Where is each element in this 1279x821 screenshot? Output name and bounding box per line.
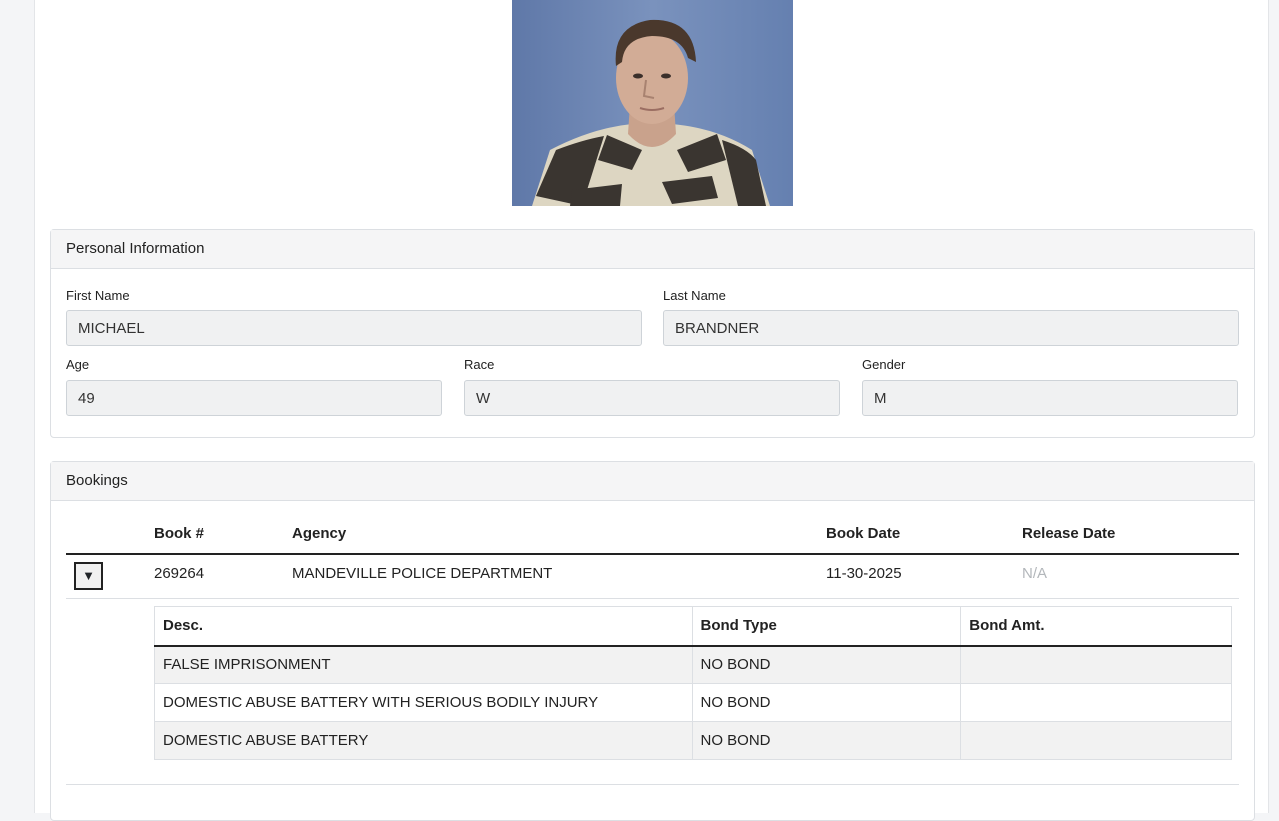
release-date: N/A	[1022, 565, 1048, 582]
charge-desc: DOMESTIC ABUSE BATTERY WITH SERIOUS BODI…	[154, 683, 693, 722]
table-row: DOMESTIC ABUSE BATTERY NO BOND	[154, 721, 1232, 760]
bookings-bottom-divider	[66, 784, 1239, 785]
gender-field[interactable]: M	[862, 380, 1238, 416]
race-label: Race	[464, 357, 495, 372]
booking-date: 11-30-2025	[826, 565, 902, 582]
bookings-panel: Bookings Book # Agency Book Date Release…	[50, 461, 1255, 821]
table-row: DOMESTIC ABUSE BATTERY WITH SERIOUS BODI…	[154, 683, 1232, 722]
personal-information-panel: Personal Information First Name MICHAEL …	[50, 229, 1255, 438]
age-label: Age	[66, 357, 90, 372]
bookings-header: Bookings	[51, 462, 1254, 501]
charge-bond-type: NO BOND	[691, 645, 962, 684]
inmate-photo	[512, 0, 793, 206]
first-name-label: First Name	[66, 288, 130, 303]
last-name-label: Last Name	[663, 288, 726, 303]
charge-bond-type: NO BOND	[691, 721, 962, 760]
charge-desc: FALSE IMPRISONMENT	[154, 645, 693, 684]
col-desc: Desc.	[154, 606, 693, 647]
last-name-field[interactable]: BRANDNER	[663, 310, 1239, 346]
col-bond-amt: Bond Amt.	[960, 606, 1232, 647]
charges-table: Desc. Bond Type Bond Amt. FALSE IMPRISON…	[154, 606, 1232, 760]
age-field[interactable]: 49	[66, 380, 442, 416]
booking-agency: MANDEVILLE POLICE DEPARTMENT	[292, 565, 553, 582]
charge-desc: DOMESTIC ABUSE BATTERY	[154, 721, 693, 760]
table-row: FALSE IMPRISONMENT NO BOND	[154, 645, 1232, 684]
bookings-header-rule	[66, 553, 1239, 555]
charges-header-row: Desc. Bond Type Bond Amt.	[154, 606, 1232, 647]
col-book-date: Book Date	[826, 525, 901, 542]
expand-toggle-button[interactable]: ▼	[74, 562, 103, 590]
charge-bond-amt	[960, 683, 1232, 722]
booking-row-divider	[66, 598, 1239, 599]
col-bond-type: Bond Type	[691, 606, 962, 647]
charge-bond-type: NO BOND	[691, 683, 962, 722]
page-container: Personal Information First Name MICHAEL …	[34, 0, 1269, 821]
charge-bond-amt	[960, 721, 1232, 760]
gender-label: Gender	[862, 357, 906, 372]
personal-information-header: Personal Information	[51, 230, 1254, 269]
col-book-number: Book #	[154, 525, 205, 542]
charge-bond-amt	[960, 645, 1232, 684]
col-agency: Agency	[292, 525, 347, 542]
race-field[interactable]: W	[464, 380, 840, 416]
booking-number: 269264	[154, 565, 205, 582]
col-release-date: Release Date	[1022, 525, 1116, 542]
first-name-field[interactable]: MICHAEL	[66, 310, 642, 346]
